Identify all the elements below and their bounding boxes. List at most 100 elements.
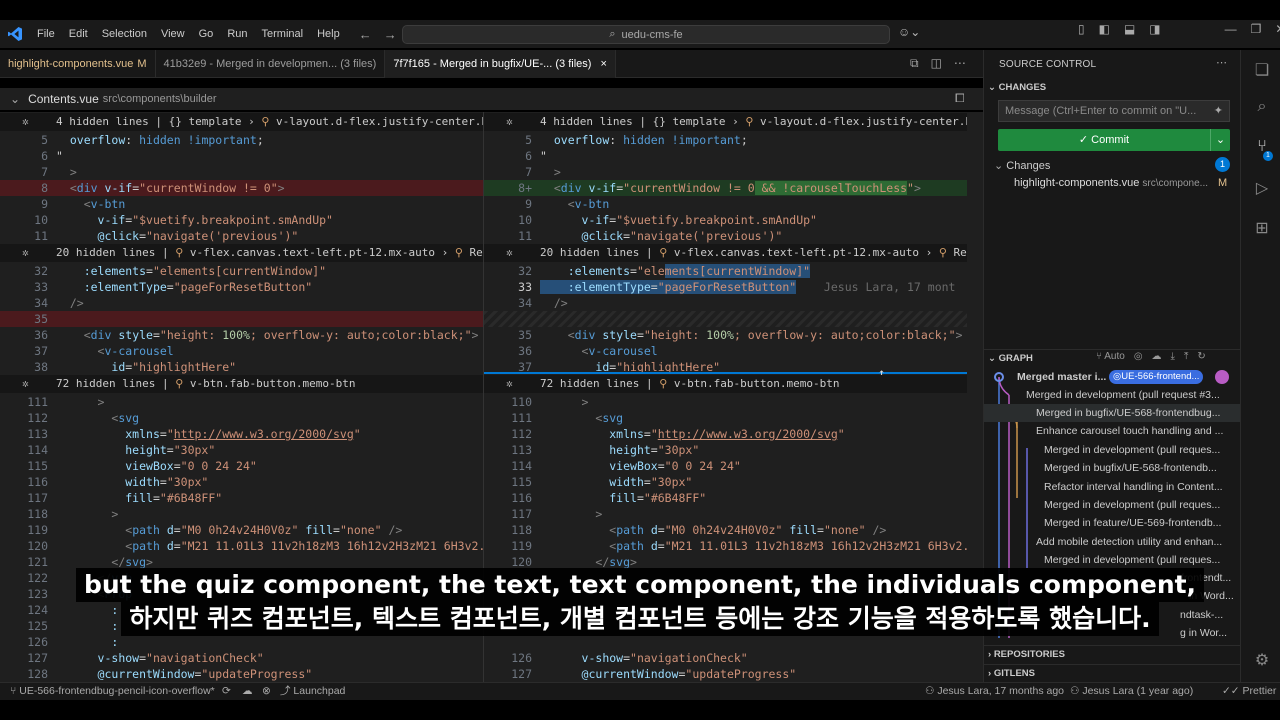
breadcrumb-file[interactable]: Contents.vue — [28, 92, 99, 106]
gear-icon[interactable]: ⚙ — [1251, 650, 1273, 672]
expand-hidden-icon[interactable]: ✲ — [22, 113, 29, 131]
graph-commit-row[interactable]: Merged in feature/UE-569-frontendb... — [984, 514, 1241, 532]
graph-commit-row[interactable]: Merged in development (pull reques... — [984, 496, 1241, 514]
extensions-icon[interactable]: ⊞ — [1251, 218, 1273, 240]
hidden-lines-bar[interactable]: ✲ 20 hidden lines | ⚲ v-flex.canvas.text… — [0, 244, 483, 262]
hidden-lines-bar[interactable]: ✲ 72 hidden lines | ⚲ v-btn.fab-button.m… — [0, 375, 483, 393]
graph-commit-row[interactable]: frontendt... — [984, 569, 1241, 587]
errors-icon[interactable]: ⊗ — [262, 683, 271, 700]
publish-icon[interactable]: ☁ — [242, 683, 253, 700]
more-actions-icon[interactable]: ⋯ — [1216, 56, 1227, 69]
push-icon[interactable]: ⤒ — [1184, 351, 1188, 362]
menu-selection[interactable]: Selection — [95, 20, 154, 48]
back-arrow-icon[interactable]: ← — [359, 27, 372, 42]
expand-hidden-icon[interactable]: ✲ — [506, 244, 513, 262]
hidden-lines-bar[interactable]: ✲ 20 hidden lines | ⚲ v-flex.canvas.text… — [484, 244, 967, 262]
menu-help[interactable]: Help — [310, 20, 347, 48]
crumb-flex[interactable]: v-flex.canvas.text-left.pt-12.mx-auto — [190, 246, 435, 259]
expand-hidden-icon[interactable]: ✲ — [22, 375, 29, 393]
refresh-icon[interactable]: ↻ — [1197, 351, 1205, 362]
branch-status[interactable]: ⑂ UE-566-frontendbug-pencil-icon-overflo… — [10, 683, 215, 700]
inline-diff-toggle-icon[interactable]: ⧠ — [955, 91, 965, 106]
tab-commit-7f7f165[interactable]: 7f7f165 - Merged in bugfix/UE-... (3 fil… — [385, 50, 616, 78]
menu-go[interactable]: Go — [192, 20, 221, 48]
gitlens-blame-status[interactable]: ⚇ Jesus Lara (1 year ago) — [1070, 683, 1193, 700]
search-icon[interactable]: ⌕ — [1251, 98, 1273, 120]
hidden-lines-count[interactable]: 4 hidden lines — [540, 115, 633, 128]
close-window-icon[interactable]: ✕ — [1275, 22, 1280, 36]
minimize-icon[interactable]: — — [1225, 22, 1237, 36]
graph-commit-row[interactable]: g in Wor... — [984, 624, 1241, 642]
commit-message-input[interactable]: Message (Ctrl+Enter to commit on "U... ✦ — [998, 100, 1230, 122]
sync-icon[interactable]: ⟳ — [222, 683, 231, 700]
crumb-reset-button[interactable]: ResetAnswerButton — [954, 246, 967, 259]
branch-filter-icon[interactable]: ⑂ Auto — [1096, 351, 1125, 362]
crumb-flex[interactable]: v-flex.canvas.text-left.pt-12.mx-auto — [674, 246, 919, 259]
commit-dropdown-chevron-icon[interactable]: ⌄ — [1210, 129, 1230, 151]
forward-arrow-icon[interactable]: → — [384, 27, 397, 42]
fetch-icon[interactable]: ☁ — [1152, 351, 1162, 362]
target-icon[interactable]: ◎ — [1134, 351, 1143, 362]
menu-terminal[interactable]: Terminal — [255, 20, 311, 48]
hidden-lines-bar[interactable]: ✲ 4 hidden lines | {} template › ⚲ v-lay… — [0, 113, 483, 131]
menu-edit[interactable]: Edit — [62, 20, 95, 48]
expand-hidden-icon[interactable]: ✲ — [506, 375, 513, 393]
hidden-lines-count[interactable]: 4 hidden lines — [56, 115, 149, 128]
diff-editor[interactable]: ✲ 4 hidden lines | {} template › ⚲ v-lay… — [0, 112, 983, 682]
diff-original-pane[interactable]: ✲ 4 hidden lines | {} template › ⚲ v-lay… — [0, 112, 483, 682]
tab-highlight-components[interactable]: highlight-components.vue M — [0, 50, 156, 78]
more-actions-icon[interactable]: ⋯ — [954, 56, 966, 71]
changes-section-header[interactable]: ⌄ CHANGES — [988, 82, 1046, 93]
crumb-template[interactable]: {} template — [169, 115, 242, 128]
graph-commit-row[interactable]: in Word... — [984, 587, 1241, 605]
breadcrumb-path[interactable]: src\components\builder — [103, 93, 217, 105]
crumb-memo-btn[interactable]: v-btn.fab-button.memo-btn — [674, 377, 840, 390]
graph-commit-row[interactable]: Merged master i... ◎UE-566-frontend... — [984, 368, 1241, 386]
expand-hidden-icon[interactable]: ✲ — [506, 113, 513, 131]
graph-commit-row[interactable]: Refactor interval handling in Content... — [984, 478, 1241, 496]
graph-commit-row[interactable]: Enhance carousel touch handling and ... — [984, 422, 1241, 440]
restore-icon[interactable]: ❐ — [1251, 22, 1262, 36]
changed-file-item[interactable]: highlight-components.vue src\compone... — [1014, 177, 1239, 189]
hidden-lines-count[interactable]: 72 hidden lines — [56, 377, 155, 390]
diff-modified-pane[interactable]: ✲ 4 hidden lines | {} template › ⚲ v-lay… — [484, 112, 967, 682]
hidden-lines-count[interactable]: 20 hidden lines — [540, 246, 639, 259]
close-tab-icon[interactable]: × — [600, 58, 606, 70]
hidden-lines-bar[interactable]: ✲ 4 hidden lines | {} template › ⚲ v-lay… — [484, 113, 967, 131]
graph-commit-row[interactable]: Merged in development (pull reques... — [984, 441, 1241, 459]
sash-highlight[interactable] — [484, 372, 967, 374]
crumb-reset-button[interactable]: ResetAnswerButton — [470, 246, 483, 259]
open-changes-icon[interactable]: ⧉ — [910, 56, 919, 71]
launchpad-status[interactable]: ⤴ Launchpad — [280, 683, 345, 700]
split-editor-icon[interactable]: ◫ — [931, 56, 942, 71]
menu-file[interactable]: File — [30, 20, 62, 48]
menu-view[interactable]: View — [154, 20, 192, 48]
pull-icon[interactable]: ⤓ — [1171, 351, 1175, 362]
graph-commit-row[interactable]: Merged in bugfix/UE-568-frontendb... — [984, 459, 1241, 477]
graph-commit-row-selected[interactable]: Merged in bugfix/UE-568-frontendbug... — [984, 404, 1241, 422]
tab-commit-41b32e9[interactable]: 41b32e9 - Merged in developmen... (3 fil… — [156, 50, 386, 78]
commit-button[interactable]: ✓ Commit ⌄ — [998, 129, 1230, 151]
sparkle-icon[interactable]: ✦ — [1214, 101, 1223, 121]
hidden-lines-count[interactable]: 20 hidden lines — [56, 246, 155, 259]
graph-commit-row[interactable]: Merged in development (pull request #3..… — [984, 386, 1241, 404]
secondary-sidebar-icon[interactable]: ◨ — [1149, 22, 1160, 36]
changes-group[interactable]: ⌄ Changes — [994, 159, 1050, 172]
collapse-chevron-icon[interactable]: ⌄ — [10, 92, 20, 106]
copilot-button[interactable]: ☺⌄ — [898, 25, 928, 44]
prettier-status[interactable]: ✓✓ Prettier — [1222, 683, 1276, 700]
layout-toggle-icon[interactable]: ▯ — [1078, 22, 1085, 36]
crumb-template[interactable]: {} template — [653, 115, 726, 128]
run-debug-icon[interactable]: ▷ — [1251, 178, 1273, 200]
graph-commit-row[interactable]: Add mobile detection utility and enhan..… — [984, 533, 1241, 551]
explorer-icon[interactable]: ❏ — [1251, 60, 1273, 82]
expand-hidden-icon[interactable]: ✲ — [22, 244, 29, 262]
panel-toggle-icon[interactable]: ⬓ — [1124, 22, 1135, 36]
graph-commit-row[interactable]: ndtask-... — [984, 606, 1241, 624]
graph-commit-row[interactable]: Merged in development (pull reques... — [984, 551, 1241, 569]
crumb-layout[interactable]: v-layout.d-flex.justify-center.backgroun… — [760, 115, 967, 128]
command-center-search[interactable]: ⌕ uedu-cms-fe — [402, 25, 890, 44]
blame-status[interactable]: ⚇ Jesus Lara, 17 months ago — [925, 683, 1064, 700]
hidden-lines-bar[interactable]: ✲ 72 hidden lines | ⚲ v-btn.fab-button.m… — [484, 375, 967, 393]
crumb-memo-btn[interactable]: v-btn.fab-button.memo-btn — [190, 377, 356, 390]
